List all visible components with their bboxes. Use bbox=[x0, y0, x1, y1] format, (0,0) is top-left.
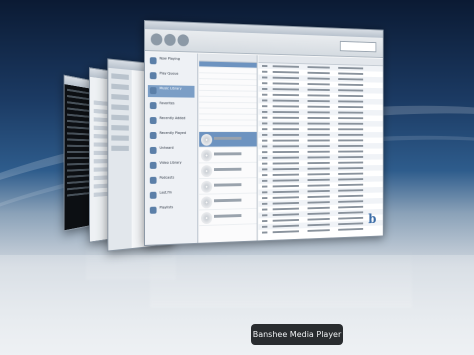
source-item[interactable]: Recently Added bbox=[148, 115, 195, 127]
star-icon bbox=[149, 102, 157, 110]
source-label: Play Queue bbox=[159, 71, 179, 76]
queue-icon bbox=[149, 72, 157, 80]
album-cover-icon bbox=[201, 133, 213, 146]
source-item[interactable]: Playlists bbox=[148, 204, 195, 217]
album-cover-icon bbox=[201, 180, 213, 193]
source-item[interactable]: Video Library bbox=[148, 160, 195, 172]
clock-icon bbox=[149, 117, 157, 125]
album-row[interactable] bbox=[199, 132, 257, 148]
source-item[interactable]: Last.fm bbox=[148, 189, 195, 202]
search-input[interactable] bbox=[339, 40, 377, 53]
history-icon bbox=[149, 132, 157, 139]
source-label: Music Library bbox=[159, 86, 182, 91]
video-icon bbox=[149, 161, 157, 169]
source-label: Video Library bbox=[159, 160, 182, 165]
source-item[interactable]: Play Queue bbox=[148, 70, 195, 83]
source-label: Podcasts bbox=[159, 175, 175, 180]
source-label: Playlists bbox=[159, 205, 174, 210]
album-row[interactable] bbox=[199, 193, 257, 211]
window-caption: Banshee Media Player bbox=[251, 324, 343, 345]
next-icon[interactable] bbox=[177, 34, 189, 47]
play-icon bbox=[149, 57, 157, 65]
list-icon bbox=[149, 206, 157, 214]
play-icon[interactable] bbox=[164, 33, 176, 46]
note-icon bbox=[149, 146, 157, 154]
album-cover-icon bbox=[201, 149, 213, 162]
places-sidebar bbox=[108, 67, 132, 251]
music-icon bbox=[149, 87, 157, 95]
source-label: Recently Added bbox=[159, 116, 186, 121]
source-label: Last.fm bbox=[159, 190, 172, 195]
source-label: Favorites bbox=[159, 101, 175, 106]
album-cover-icon bbox=[201, 165, 213, 178]
album-cover-icon bbox=[201, 212, 213, 225]
banshee-logo: b bbox=[368, 211, 377, 227]
source-label: Unheard bbox=[159, 145, 174, 150]
album-row[interactable] bbox=[199, 208, 257, 227]
lastfm-icon bbox=[149, 191, 157, 199]
artist-album-browser bbox=[199, 53, 258, 243]
source-item[interactable]: Now Playing bbox=[148, 55, 195, 68]
album-row[interactable] bbox=[199, 178, 257, 195]
source-item[interactable]: Favorites bbox=[148, 100, 195, 112]
banshee-window[interactable]: Now Playing Play Queue Music Library Fav… bbox=[144, 20, 384, 246]
source-item[interactable]: Recently Played bbox=[148, 130, 195, 142]
album-row[interactable] bbox=[199, 162, 257, 180]
source-label: Recently Played bbox=[159, 131, 186, 135]
podcast-icon bbox=[149, 176, 157, 184]
source-item[interactable]: Unheard bbox=[148, 145, 195, 157]
track-list: b bbox=[258, 55, 383, 241]
source-list: Now Playing Play Queue Music Library Fav… bbox=[144, 52, 199, 245]
source-label: Now Playing bbox=[159, 56, 180, 61]
source-item[interactable]: Music Library bbox=[147, 85, 195, 98]
source-item[interactable]: Podcasts bbox=[148, 174, 195, 187]
window-reflection bbox=[150, 248, 412, 308]
album-cover-icon bbox=[201, 196, 213, 209]
previous-icon[interactable] bbox=[150, 33, 163, 46]
album-row[interactable] bbox=[199, 147, 257, 164]
